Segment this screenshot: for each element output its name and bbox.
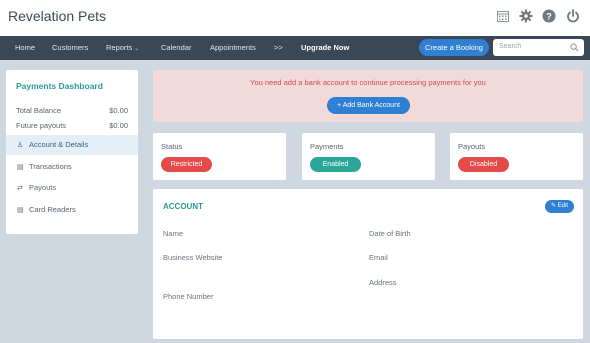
calendar-icon[interactable]: [495, 8, 511, 24]
sidebar-item-label: Card Readers: [29, 205, 76, 214]
bank-account-alert: You need add a bank account to continue …: [153, 70, 583, 122]
help-icon[interactable]: ?: [541, 8, 557, 24]
payments-badge: Enabled: [310, 157, 361, 172]
alert-message: You need add a bank account to continue …: [250, 78, 486, 87]
search-placeholder: Search: [499, 43, 522, 50]
sidebar-item-label: Transactions: [29, 162, 72, 171]
payments-card: Payments Enabled: [302, 133, 435, 180]
payouts-card-title: Payouts: [458, 142, 486, 151]
name-field-label: Name: [163, 229, 184, 238]
sidebar-title: Payments Dashboard: [16, 81, 103, 91]
card-list-icon: ▤: [17, 164, 24, 171]
nav-calendar[interactable]: Calendar: [161, 43, 191, 52]
person-icon: ♙: [17, 142, 24, 149]
nav-reports[interactable]: Reports ⌄: [106, 43, 139, 52]
nav-more[interactable]: >>: [274, 43, 283, 52]
total-balance-value: $0.00: [109, 106, 128, 115]
nav-home[interactable]: Home: [15, 43, 35, 52]
status-card: Status Restricted: [153, 133, 286, 180]
power-icon[interactable]: [565, 8, 581, 24]
nav-customers[interactable]: Customers: [52, 43, 88, 52]
phone-number-label: Phone Number: [163, 292, 214, 301]
edit-button[interactable]: ✎ Edit: [545, 200, 574, 213]
account-title: ACCOUNT: [163, 202, 203, 211]
payments-card-title: Payments: [310, 142, 344, 151]
top-header: Revelation Pets ?: [0, 0, 590, 36]
total-balance-label: Total Balance: [16, 106, 62, 115]
sidebar-item-account-details[interactable]: ♙ Account & Details: [6, 135, 138, 155]
card-reader-icon: ▤: [17, 207, 24, 214]
future-payouts-label: Future payouts: [16, 121, 67, 130]
status-badge: Restricted: [161, 157, 212, 172]
payments-sidebar: Payments Dashboard Total Balance $0.00 F…: [6, 70, 138, 234]
brand-title[interactable]: Revelation Pets: [8, 8, 106, 24]
search-icon[interactable]: [570, 43, 579, 52]
sidebar-item-payouts[interactable]: ⇄ Payouts: [6, 178, 138, 198]
add-bank-account-button[interactable]: + Add Bank Account: [327, 97, 410, 114]
account-card: ACCOUNT ✎ Edit Name Business Website Pho…: [153, 189, 583, 339]
sidebar-item-label: Account & Details: [29, 140, 89, 149]
payouts-badge: Disabled: [458, 157, 509, 172]
payouts-card: Payouts Disabled: [450, 133, 583, 180]
create-booking-button[interactable]: Create a Booking: [419, 39, 489, 56]
future-payouts-value: $0.00: [109, 121, 128, 130]
sidebar-item-label: Payouts: [29, 183, 57, 192]
date-of-birth-label: Date of Birth: [369, 229, 411, 238]
email-label: Email: [369, 253, 388, 262]
transfer-icon: ⇄: [17, 185, 23, 192]
chevron-down-icon: ⌄: [134, 46, 140, 52]
sidebar-item-transactions[interactable]: ▤ Transactions: [6, 157, 138, 177]
svg-text:?: ?: [546, 11, 552, 21]
total-balance-row: Total Balance $0.00: [16, 106, 128, 115]
nav-upgrade-now[interactable]: Upgrade Now: [301, 43, 349, 52]
business-website-label: Business Website: [163, 253, 223, 262]
nav-appointments[interactable]: Appointments: [210, 43, 256, 52]
search-input[interactable]: Search: [493, 39, 584, 56]
sidebar-item-card-readers[interactable]: ▤ Card Readers: [6, 200, 138, 220]
gear-icon[interactable]: [518, 8, 534, 24]
address-label: Address: [369, 278, 397, 287]
status-card-title: Status: [161, 142, 183, 151]
nav-reports-label: Reports: [106, 43, 133, 52]
future-payouts-row: Future payouts $0.00: [16, 121, 128, 130]
